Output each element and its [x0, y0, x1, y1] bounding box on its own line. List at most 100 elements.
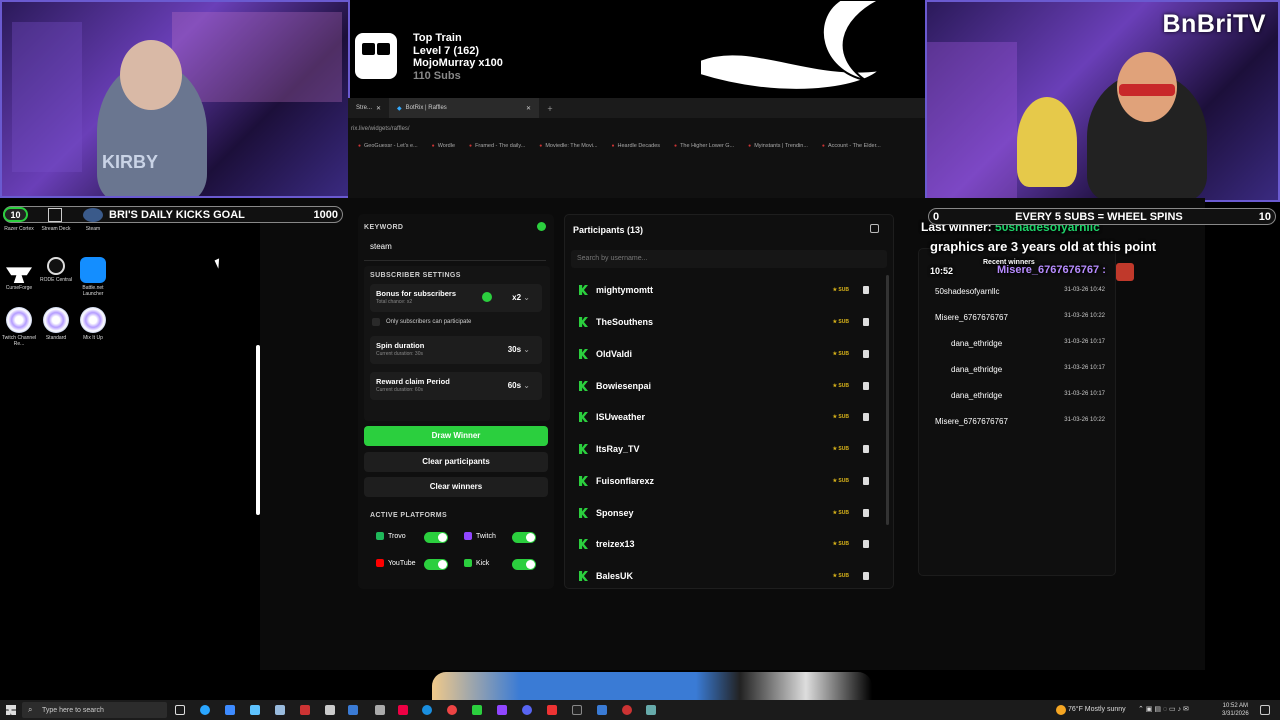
desktop-icon-standard[interactable]: Standard [37, 307, 75, 341]
icon-label: Razer Cortex [4, 226, 34, 232]
weather-text[interactable]: 76°F Mostly sunny [1068, 706, 1126, 713]
recent-winners-panel: 50shadesofyarnllc 31-03-26 10:42 Misere_6… [918, 248, 1116, 576]
info-icon[interactable] [482, 292, 492, 302]
trash-icon[interactable] [863, 286, 869, 294]
task-view-icon[interactable] [175, 705, 185, 715]
bookmark[interactable]: Moviedle: The Movi... [539, 143, 597, 149]
app-icon[interactable] [422, 705, 432, 715]
sub-badge: ★ SUB [832, 541, 849, 547]
trash-icon[interactable] [863, 540, 869, 548]
trash-icon[interactable] [863, 382, 869, 390]
youtube-toggle[interactable] [424, 559, 448, 570]
trash-icon[interactable] [863, 318, 869, 326]
trash-icon[interactable] [863, 445, 869, 453]
bookmark[interactable]: Myinstants | Trendin... [748, 143, 808, 149]
clear-participants-button[interactable]: Clear participants [364, 452, 548, 472]
twitch-toggle[interactable] [512, 532, 536, 543]
app-icon[interactable] [398, 705, 408, 715]
app-icon[interactable] [325, 705, 335, 715]
icon-label: Battle.net Launcher [82, 285, 104, 297]
standard-icon [43, 307, 69, 333]
trash-icon[interactable] [863, 509, 869, 517]
chrome-icon[interactable] [447, 705, 457, 715]
sub-badge: ★ SUB [832, 287, 849, 293]
reward-period-select[interactable]: 60s [508, 381, 530, 390]
participant-search-input[interactable]: Search by username... [571, 250, 887, 268]
twitch-icon[interactable] [497, 705, 507, 715]
bookmark[interactable]: Account - The Elder... [822, 143, 881, 149]
trash-icon[interactable] [863, 350, 869, 358]
participant-name: Fuisonflarexz [596, 476, 655, 486]
taskbar-search[interactable]: ⌕ Type here to search [22, 702, 167, 718]
trash-icon[interactable] [863, 413, 869, 421]
app-icon[interactable] [646, 705, 656, 715]
desktop-icon-battlenet[interactable]: Battle.net Launcher [74, 257, 112, 297]
trovo-toggle[interactable] [424, 532, 448, 543]
app-icon[interactable] [375, 705, 385, 715]
tab-botrix-raffles[interactable]: ◆ BotRix | Raffles ✕ [389, 98, 540, 118]
desktop-icon-curseforge[interactable]: CurseForge [0, 257, 38, 291]
winner-row: Misere_6767676767 31-03-26 10:22 [935, 313, 1105, 322]
app-icon[interactable] [572, 705, 582, 715]
bonus-select[interactable]: x2 [512, 293, 530, 302]
bookmark[interactable]: Wordle [432, 143, 455, 149]
copy-icon[interactable] [870, 224, 879, 233]
app-icon[interactable] [622, 705, 632, 715]
desktop-icon-streamdeck[interactable]: Stream Deck [37, 208, 75, 232]
spin-duration-select[interactable]: 30s [508, 345, 530, 354]
winner-date: 31-03-26 10:17 [1064, 365, 1105, 371]
trash-icon[interactable] [863, 572, 869, 580]
keyword-input[interactable]: steam [364, 238, 546, 256]
kick-toggle[interactable] [512, 559, 536, 570]
bookmark[interactable]: Framed - The daily... [469, 143, 525, 149]
clock[interactable]: 10:52 AM 3/31/2026 [1222, 702, 1249, 718]
bookmark[interactable]: The Higher Lower G... [674, 143, 734, 149]
app-icon[interactable] [547, 705, 557, 715]
winner-name: dana_ethridge [951, 339, 1003, 348]
new-tab-button[interactable]: ＋ [539, 98, 561, 118]
bookmark[interactable]: GeoGuessr - Let's e... [358, 143, 418, 149]
info-icon[interactable] [537, 222, 546, 231]
app-icon[interactable] [300, 705, 310, 715]
notifications-icon[interactable] [1260, 705, 1270, 715]
sub-badge: ★ SUB [832, 446, 849, 452]
address-bar[interactable]: rix.live/widgets/raffles/ [348, 122, 925, 136]
youtube-icon [376, 559, 384, 567]
trash-icon[interactable] [863, 477, 869, 485]
platform-kick: Kick [464, 559, 489, 567]
desktop-icon-mixitup[interactable]: Mix It Up [74, 307, 112, 341]
desktop-icon-razer[interactable]: Razer Cortex [0, 226, 38, 232]
draw-winner-button[interactable]: Draw Winner [364, 426, 548, 446]
app-icon[interactable] [225, 705, 235, 715]
weather-icon[interactable] [1056, 705, 1066, 715]
mouse-cursor [214, 256, 228, 269]
winner-name: dana_ethridge [951, 391, 1003, 400]
desktop-icon-rode[interactable]: RODE Central [37, 257, 75, 283]
desktop-icon-steam[interactable]: Steam [74, 208, 112, 232]
desktop-icon-twitch-channel[interactable]: Twitch Channel Re... [0, 307, 38, 347]
clear-winners-button[interactable]: Clear winners [364, 477, 548, 497]
app-icon[interactable] [597, 705, 607, 715]
app-icon[interactable] [472, 705, 482, 715]
top-train-user: MojoMurray x100 [413, 57, 503, 69]
mascot-graphic [699, 0, 883, 91]
mini-counter: 10 [3, 207, 28, 222]
edge-icon[interactable] [200, 705, 210, 715]
sub-badge: ★ SUB [832, 383, 849, 389]
kick-icon [579, 476, 588, 486]
tray-icons[interactable]: ⌃ ▣ ▤ ◌ ▭ ♪ ✉ [1138, 705, 1189, 713]
app-icon[interactable] [348, 705, 358, 715]
windows-start-icon[interactable] [6, 705, 16, 715]
discord-icon[interactable] [522, 705, 532, 715]
icon-label: Stream Deck [41, 226, 71, 232]
scrollbar[interactable] [886, 275, 889, 525]
kick-icon [579, 508, 588, 518]
app-icon[interactable] [275, 705, 285, 715]
tab-stream[interactable]: Stre... ✕ [348, 98, 389, 118]
app-icon[interactable] [250, 705, 260, 715]
winner-date: 31-03-26 10:17 [1064, 391, 1105, 397]
close-icon[interactable]: ✕ [526, 105, 531, 112]
bookmark[interactable]: Heardle Decades [612, 143, 661, 149]
only-subs-checkbox[interactable] [372, 318, 380, 326]
close-icon[interactable]: ✕ [376, 105, 381, 112]
